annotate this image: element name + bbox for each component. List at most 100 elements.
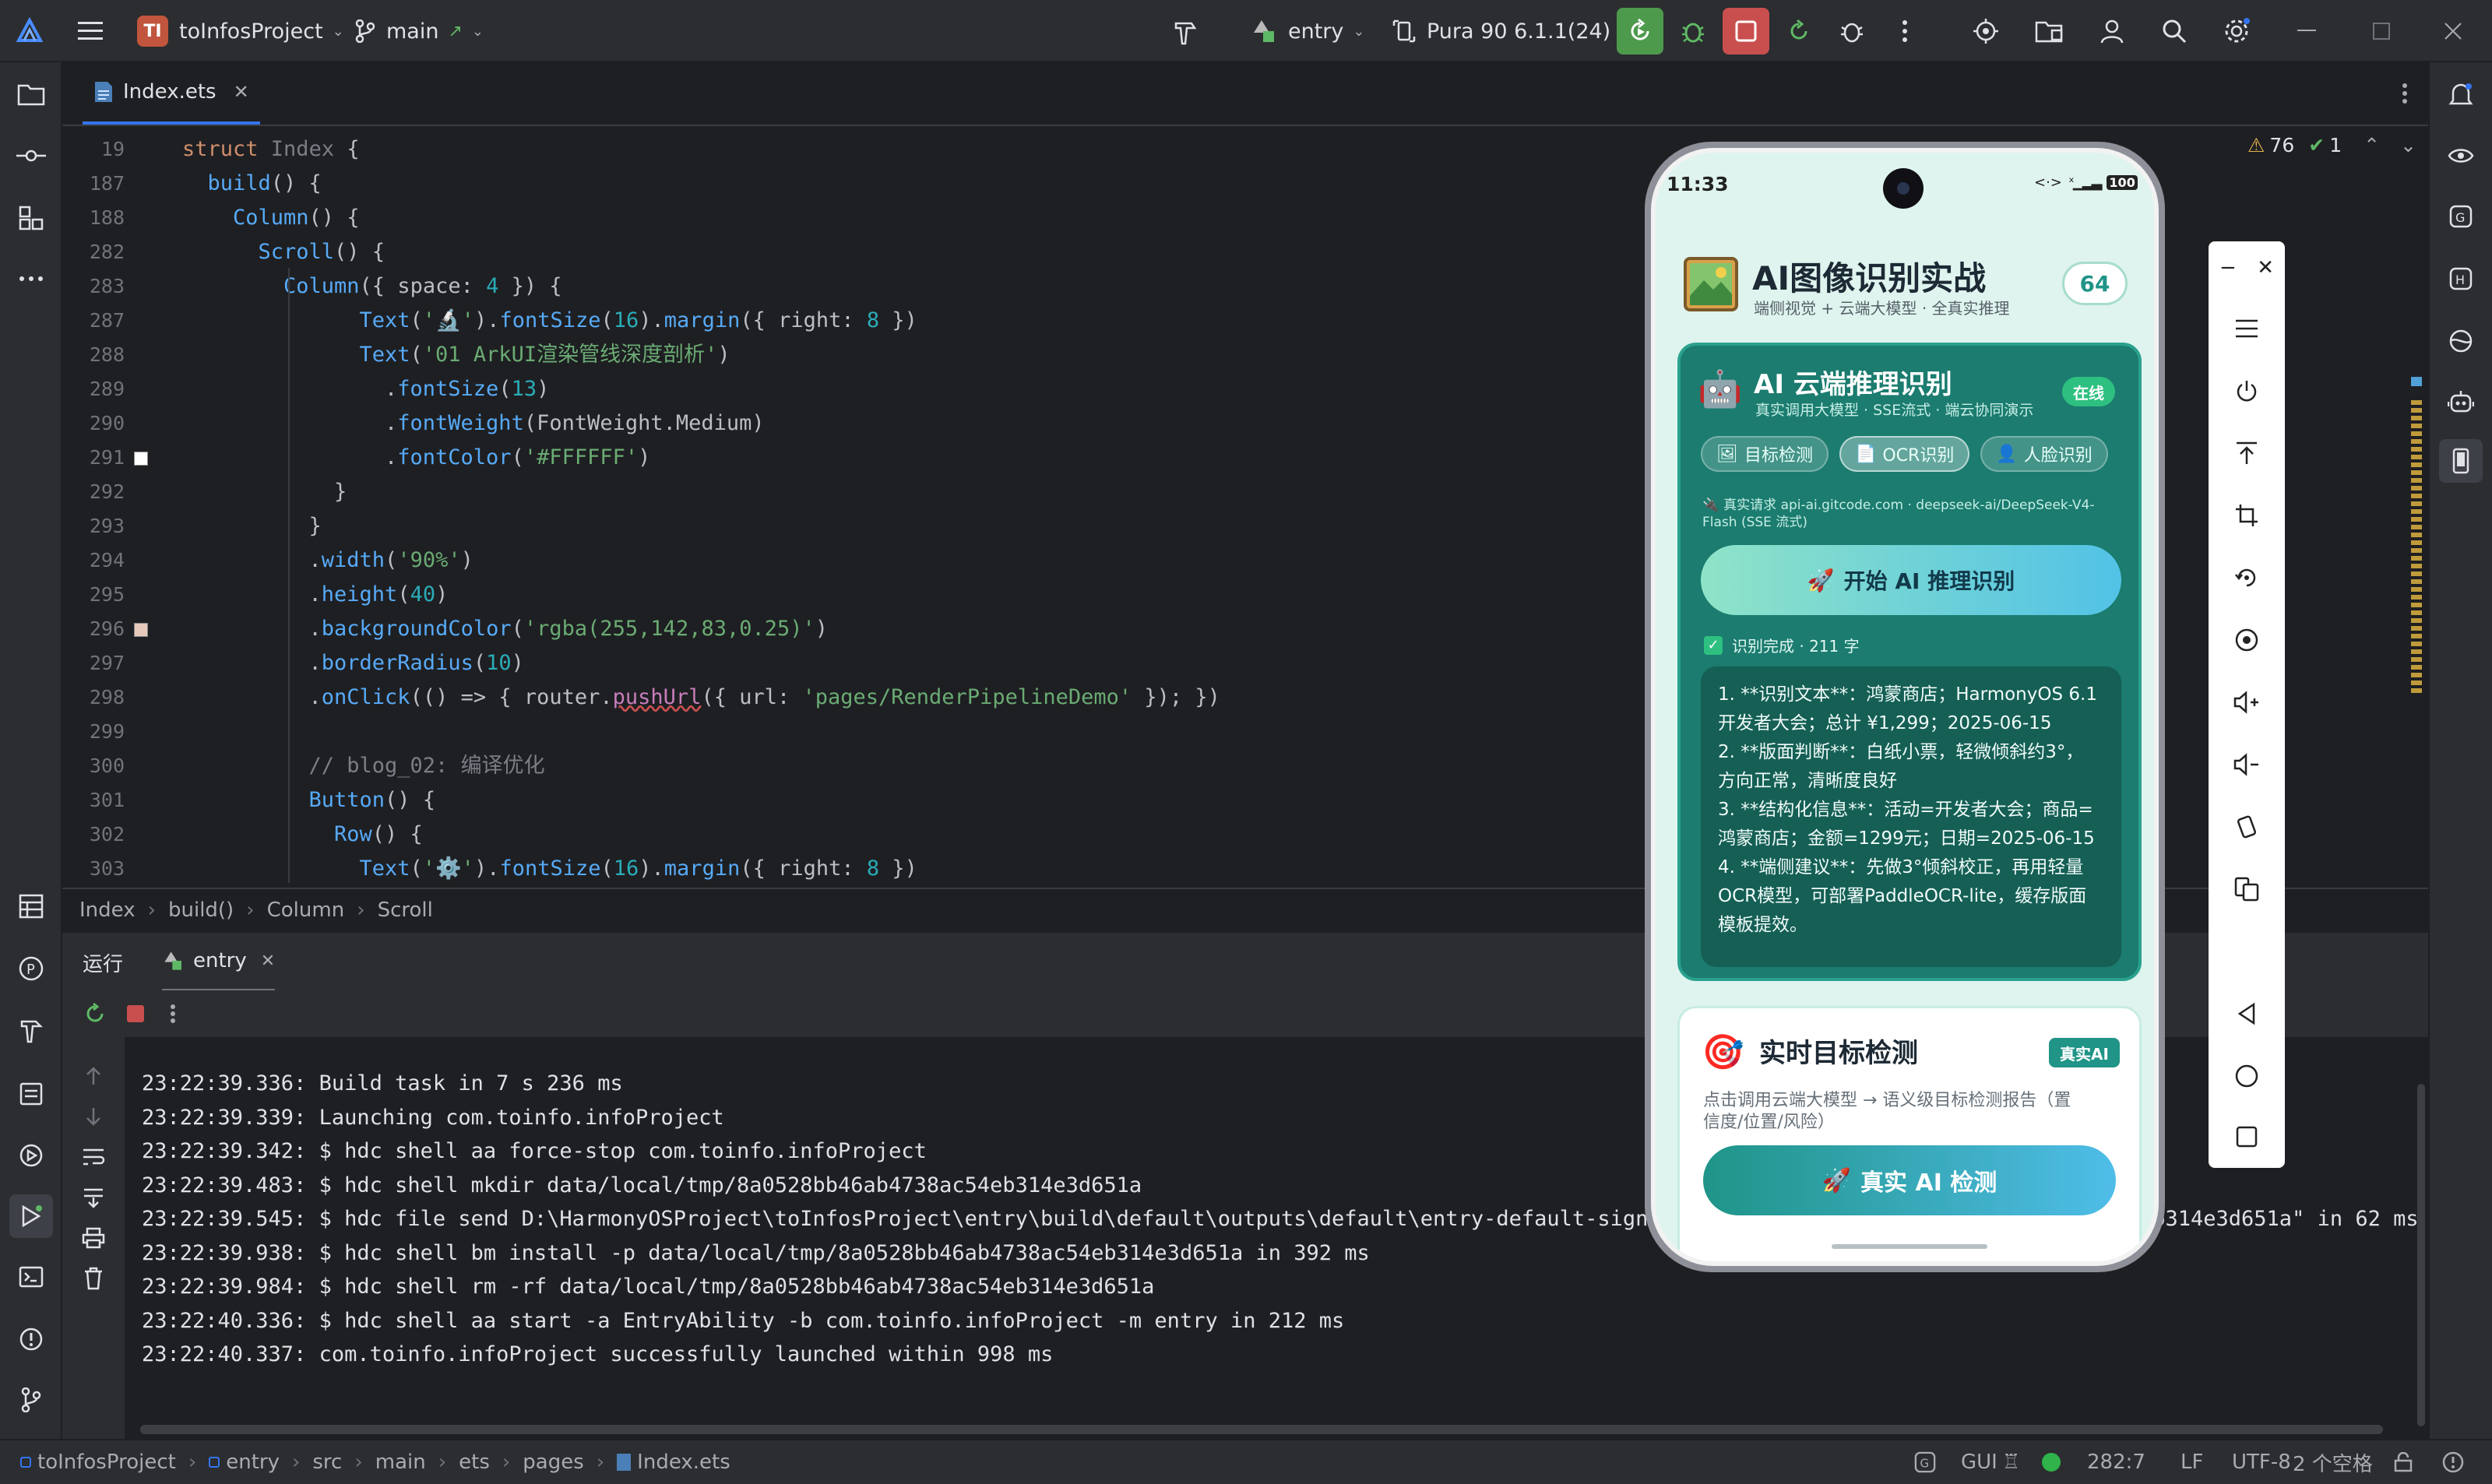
code-line[interactable]: .onClick(() => { router.pushUrl({ url: '… <box>309 680 1220 715</box>
chip-face-recognition[interactable]: 👤 人脸识别 <box>1980 436 2108 472</box>
status-path-item[interactable]: src <box>312 1451 342 1474</box>
tab-index-ets[interactable]: Index.ets ✕ <box>83 62 260 125</box>
back-icon[interactable] <box>2209 990 2285 1037</box>
code-line[interactable]: } <box>334 475 347 509</box>
ai-agent-icon[interactable] <box>2444 385 2478 419</box>
stop-icon[interactable] <box>121 1000 150 1028</box>
real-ai-detect-button[interactable]: 🚀 真实 AI 检测 <box>1703 1145 2116 1215</box>
next-highlight-icon[interactable]: ⌄ <box>2400 134 2416 156</box>
more-options-icon[interactable] <box>159 1000 187 1028</box>
score-badge[interactable]: 64 <box>2062 262 2128 305</box>
code-line[interactable]: // blog_02: 编译优化 <box>309 749 545 783</box>
minimize-icon[interactable] <box>2290 14 2324 48</box>
version-control-icon[interactable] <box>14 1383 48 1417</box>
services-icon[interactable] <box>14 1138 48 1173</box>
search-icon[interactable] <box>2157 14 2191 48</box>
chip-object-detection[interactable]: 🖼 目标检测 <box>1701 436 1829 472</box>
rotate-icon[interactable] <box>2209 554 2285 601</box>
notifications-status-icon[interactable] <box>2442 1440 2464 1484</box>
codegenie-status-icon[interactable]: G <box>1914 1440 1936 1484</box>
code-line[interactable]: Scroll() { <box>259 235 385 269</box>
settings-gear-icon[interactable] <box>2219 14 2254 48</box>
phone-screen[interactable]: 11:33 <·> ˣ▁▂▃ 100 AI图像识别实战 端侧视觉 + 云端大模型… <box>1651 148 2159 1266</box>
scroll-up-icon[interactable] <box>78 1060 109 1092</box>
more-actions-icon[interactable] <box>1888 14 1922 48</box>
minimize-icon[interactable]: − <box>2219 256 2237 280</box>
project-selector[interactable]: TI toInfosProject ⌄ <box>137 0 344 62</box>
recents-icon[interactable] <box>2209 1113 2285 1160</box>
project-folder-icon[interactable] <box>14 78 48 112</box>
maximize-icon[interactable] <box>2364 14 2399 48</box>
run-tool-icon[interactable] <box>9 1194 53 1238</box>
layout-inspector-icon[interactable] <box>14 889 48 923</box>
close-tab-icon[interactable]: ✕ <box>234 81 249 103</box>
code-line[interactable]: .height(40) <box>309 578 449 612</box>
code-line[interactable]: Button() { <box>309 783 436 818</box>
project-structure-icon[interactable] <box>2033 14 2067 48</box>
breadcrumb-item[interactable]: Column <box>267 898 345 922</box>
code-line[interactable]: .width('90%') <box>309 543 473 578</box>
harmony-assistant-icon[interactable]: H <box>2444 262 2478 296</box>
console-vertical-scrollbar[interactable] <box>2417 1084 2425 1426</box>
power-icon[interactable] <box>2209 367 2285 414</box>
home-icon[interactable] <box>2209 1053 2285 1099</box>
code-line[interactable]: .borderRadius(10) <box>309 646 524 680</box>
soft-wrap-icon[interactable] <box>78 1141 109 1173</box>
code-line[interactable]: struct Index { <box>182 132 360 167</box>
status-path-item[interactable]: Index.ets <box>637 1451 730 1474</box>
run-config-selector[interactable]: entry ⌄ <box>1251 0 1364 62</box>
shake-icon[interactable] <box>2209 804 2285 850</box>
color-swatch-icon[interactable] <box>134 623 148 637</box>
build-icon[interactable] <box>14 1014 48 1048</box>
debug-button[interactable] <box>1676 14 1710 48</box>
menu-icon[interactable] <box>2209 305 2285 352</box>
tab-entry[interactable]: entry ✕ <box>162 933 276 992</box>
record-icon[interactable] <box>2209 617 2285 663</box>
tab-options-icon[interactable] <box>2389 78 2420 109</box>
breadcrumb-item[interactable]: build() <box>168 898 234 922</box>
account-icon[interactable] <box>2095 14 2129 48</box>
code-line[interactable]: Text('🔬').fontSize(16).margin({ right: 8… <box>360 304 917 338</box>
apply-changes-button[interactable] <box>1782 14 1816 48</box>
problems-icon[interactable] <box>14 1322 48 1356</box>
code-line[interactable]: Column({ space: 4 }) { <box>283 269 562 304</box>
profiler-icon[interactable]: P <box>14 951 48 986</box>
volume-down-icon[interactable] <box>2209 741 2285 788</box>
console-horizontal-scrollbar[interactable] <box>140 1425 2383 1434</box>
notifications-icon[interactable] <box>2444 78 2478 112</box>
stop-button[interactable] <box>1723 8 1769 55</box>
status-path-item[interactable]: ets <box>459 1451 490 1474</box>
home-indicator[interactable] <box>1832 1244 1987 1249</box>
more-tools-icon[interactable] <box>14 262 48 296</box>
branch-selector[interactable]: main ↗ ⌄ <box>355 0 484 62</box>
database-icon[interactable] <box>2444 324 2478 358</box>
print-icon[interactable] <box>78 1222 109 1254</box>
tab-run[interactable]: 运行 <box>83 933 123 992</box>
status-path-item[interactable]: main <box>375 1451 426 1474</box>
terminal-icon[interactable] <box>14 1260 48 1294</box>
close-window-icon[interactable] <box>2436 14 2470 48</box>
rerun-icon[interactable] <box>81 1000 109 1028</box>
cursor-position[interactable]: 282:7 <box>2087 1440 2145 1484</box>
clear-trash-icon[interactable] <box>78 1263 109 1294</box>
pin-top-icon[interactable] <box>2209 430 2285 476</box>
todo-icon[interactable] <box>14 1076 48 1110</box>
code-line[interactable]: .fontSize(13) <box>385 372 549 406</box>
status-path-item[interactable]: pages <box>523 1451 583 1474</box>
code-line[interactable]: } <box>309 509 322 543</box>
preview-eye-icon[interactable] <box>2444 139 2478 173</box>
code-line[interactable]: Text('⚙️').fontSize(16).margin({ right: … <box>360 852 917 883</box>
build-hammer-icon[interactable] <box>1168 16 1202 50</box>
structure-icon[interactable] <box>14 201 48 235</box>
inspection-widget[interactable]: ⚠ 76 ✔ 1 ⌃ ⌄ <box>2247 134 2416 156</box>
code-line[interactable]: build() { <box>208 167 322 201</box>
close-icon[interactable]: ✕ <box>2257 256 2274 280</box>
code-line[interactable]: .fontColor('#FFFFFF') <box>385 441 650 475</box>
color-swatch-icon[interactable] <box>134 452 148 466</box>
multi-device-icon[interactable] <box>2209 866 2285 913</box>
scroll-to-end-icon[interactable] <box>78 1182 109 1213</box>
code-line[interactable]: Column() { <box>233 201 360 235</box>
status-path-item[interactable]: entry <box>226 1451 280 1474</box>
codegenie-icon[interactable]: G <box>2444 199 2478 234</box>
file-encoding[interactable]: UTF-8 <box>2232 1440 2291 1484</box>
